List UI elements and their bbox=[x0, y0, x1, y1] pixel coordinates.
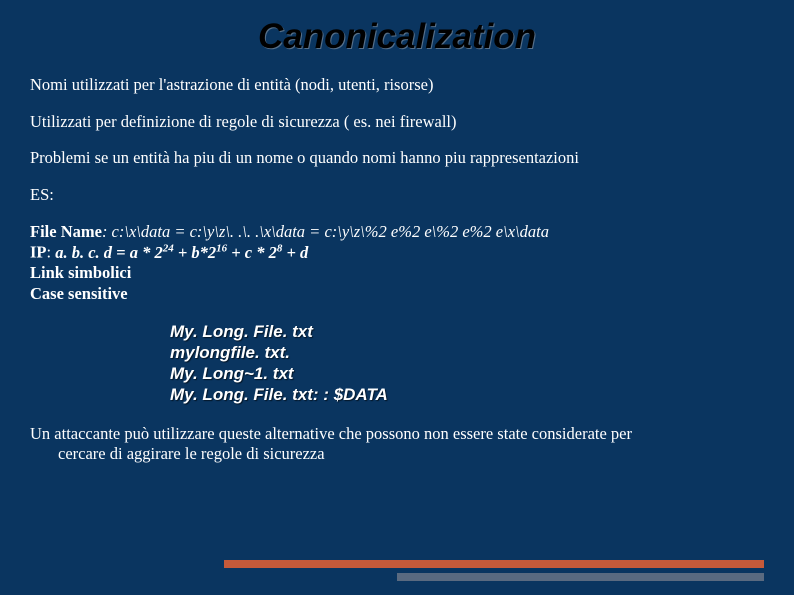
slide-title: Canonicalization bbox=[0, 0, 794, 57]
ip-formula: a. b. c. d = a * 224 + b*216 + c * 28 + … bbox=[55, 243, 308, 262]
ip-label: IP bbox=[30, 243, 47, 262]
case-sensitive: Case sensitive bbox=[30, 284, 764, 305]
para-rules: Utilizzati per definizione di regole di … bbox=[30, 112, 764, 133]
file-example-3: My. Long~1. txt bbox=[170, 363, 764, 384]
para-problems: Problemi se un entità ha piu di un nome … bbox=[30, 148, 764, 169]
file-name-label: File Name bbox=[30, 222, 102, 241]
para-names: Nomi utilizzati per l'astrazione di enti… bbox=[30, 75, 764, 96]
file-example-4: My. Long. File. txt: : $DATA bbox=[170, 384, 764, 405]
closing-paragraph: Un attaccante può utilizzare queste alte… bbox=[30, 424, 764, 465]
closing-line-1: Un attaccante può utilizzare queste alte… bbox=[30, 424, 632, 443]
technical-block: File Name: c:\x\data = c:\y\z\. .\. .\x\… bbox=[30, 222, 764, 305]
slide-body: Nomi utilizzati per l'astrazione di enti… bbox=[0, 57, 794, 465]
file-example-1: My. Long. File. txt bbox=[170, 321, 764, 342]
orange-bar bbox=[224, 560, 764, 568]
link-simbolici: Link simbolici bbox=[30, 263, 764, 284]
file-examples: My. Long. File. txt mylongfile. txt. My.… bbox=[170, 321, 764, 406]
decorative-bars bbox=[224, 560, 764, 581]
gray-bar bbox=[397, 573, 764, 581]
para-es: ES: bbox=[30, 185, 764, 206]
file-example-2: mylongfile. txt. bbox=[170, 342, 764, 363]
file-name-value: : c:\x\data = c:\y\z\. .\. .\x\data = c:… bbox=[102, 222, 549, 241]
closing-line-2: cercare di aggirare le regole di sicurez… bbox=[30, 444, 764, 465]
ip-colon: : bbox=[47, 243, 56, 262]
